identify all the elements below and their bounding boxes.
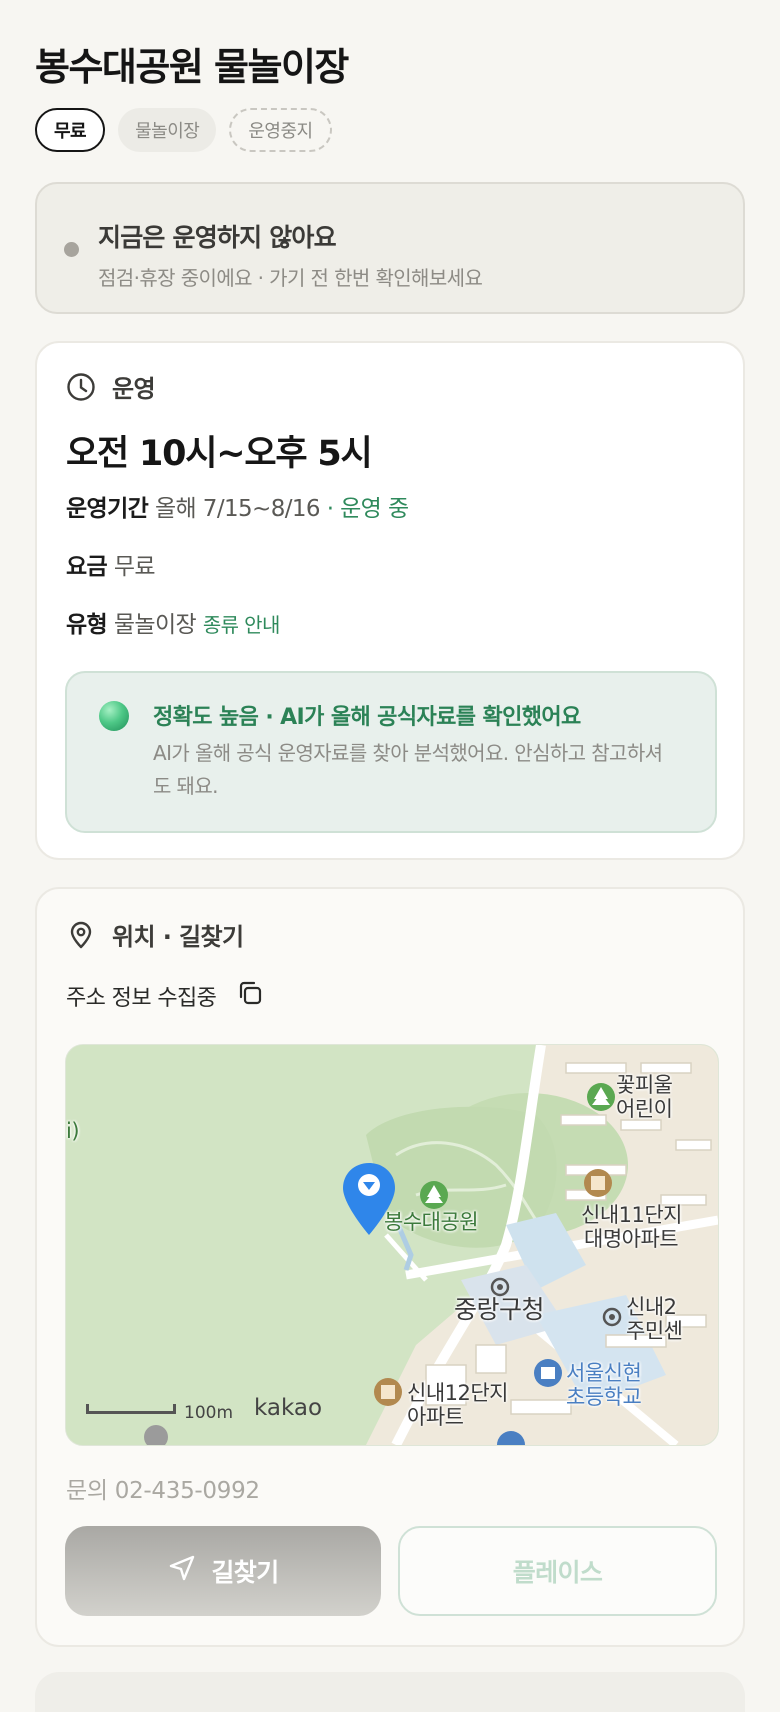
operation-section-title: 운영 [112, 375, 156, 403]
map-label-school-2: 초등학교 [566, 1385, 642, 1409]
status-tag[interactable]: 운영중지 [229, 108, 332, 152]
period-status: · 운영 중 [326, 496, 409, 522]
map-brand-logo: kakao [254, 1395, 323, 1421]
period-value: 올해 7/15~8/16 [154, 496, 321, 522]
page-title: 봉수대공원 물놀이장 [35, 45, 349, 89]
contact-phone[interactable]: 문의 02-435-0992 [66, 1471, 260, 1505]
route-button-label: 길찾기 [211, 1558, 279, 1587]
type-row: 유형 물놀이장 종류 안내 [66, 605, 280, 639]
map-scale-text: 100m [184, 1403, 234, 1423]
map-label-apt11-2: 대명아파트 [584, 1227, 679, 1251]
type-label: 유형 [66, 612, 108, 638]
page: 봉수대공원 물놀이장 무료 물놀이장 운영중지 지금은 운영하지 않아요 점검·… [0, 0, 780, 1712]
type-guide-link[interactable]: 종류 안내 [203, 613, 281, 637]
map-view[interactable]: i) 봉수대공원 꽃피울 어린이 신내11단지 대명아파트 중랑구청 신내2 주… [65, 1044, 719, 1446]
fee-tag[interactable]: 무료 [35, 108, 106, 152]
map-label-kinder-2: 어린이 [616, 1097, 673, 1121]
type-tag[interactable]: 물놀이장 [118, 108, 217, 152]
map-label-apt12-1: 신내12단지 [407, 1381, 509, 1405]
map-scale-bar [86, 1404, 176, 1414]
next-card-edge [35, 1672, 745, 1712]
navigation-arrow-icon [167, 1553, 197, 1589]
map-edge-label: i) [66, 1119, 80, 1143]
tag-list: 무료 물놀이장 운영중지 [35, 108, 332, 152]
map-label-park: 봉수대공원 [384, 1210, 479, 1234]
period-label: 운영기간 [66, 496, 149, 522]
fee-label: 요금 [66, 554, 108, 580]
location-card: 위치 · 길찾기 주소 정보 수집중 i) 봉수대공원 꽃피울 어린이 신내11… [35, 887, 745, 1647]
fee-value: 무료 [113, 554, 156, 580]
operation-hours: 오전 10시~오후 5시 [66, 434, 373, 474]
ai-accuracy-title: 정확도 높음 · AI가 올해 공식자료를 확인했어요 [153, 705, 581, 730]
ai-orb-icon [99, 701, 129, 731]
status-title: 지금은 운영하지 않아요 [98, 223, 337, 252]
fee-row: 요금 무료 [66, 547, 156, 581]
location-section-header: 위치 · 길찾기 [66, 917, 244, 952]
clock-icon [66, 372, 96, 402]
map-label-kinder-1: 꽃피울 [616, 1073, 673, 1097]
map-label-center-2: 주민센 [626, 1319, 683, 1343]
ai-accuracy-box: 정확도 높음 · AI가 올해 공식자료를 확인했어요 AI가 올해 공식 운영… [65, 671, 717, 833]
copy-icon[interactable] [236, 979, 264, 1013]
place-button[interactable]: 플레이스 [398, 1526, 717, 1616]
map-label-apt12-2: 아파트 [407, 1405, 464, 1429]
address-text: 주소 정보 수집중 [66, 986, 217, 1011]
map-label-apt11-1: 신내11단지 [581, 1203, 683, 1227]
type-value: 물놀이장 [113, 612, 197, 638]
map-label-office: 중랑구청 [454, 1295, 545, 1324]
location-section-title: 위치 · 길찾기 [112, 923, 244, 951]
map-label-school-1: 서울신현 [566, 1361, 642, 1385]
location-pin-icon [66, 920, 96, 950]
address-row: 주소 정보 수집중 [66, 979, 264, 1013]
status-dot-icon [64, 242, 79, 257]
status-banner: 지금은 운영하지 않아요 점검·휴장 중이에요 · 가기 전 한번 확인해보세요 [35, 182, 745, 314]
period-row: 운영기간 올해 7/15~8/16 · 운영 중 [66, 489, 409, 523]
map-label-center-1: 신내2 [626, 1295, 677, 1319]
ai-accuracy-description: AI가 올해 공식 운영자료를 찾아 분석했어요. 안심하고 참고하셔도 돼요. [153, 741, 663, 798]
operation-card: 운영 오전 10시~오후 5시 운영기간 올해 7/15~8/16 · 운영 중… [35, 341, 745, 860]
route-button[interactable]: 길찾기 [65, 1526, 381, 1616]
status-subtitle: 점검·휴장 중이에요 · 가기 전 한번 확인해보세요 [98, 266, 483, 290]
operation-section-header: 운영 [66, 369, 156, 404]
